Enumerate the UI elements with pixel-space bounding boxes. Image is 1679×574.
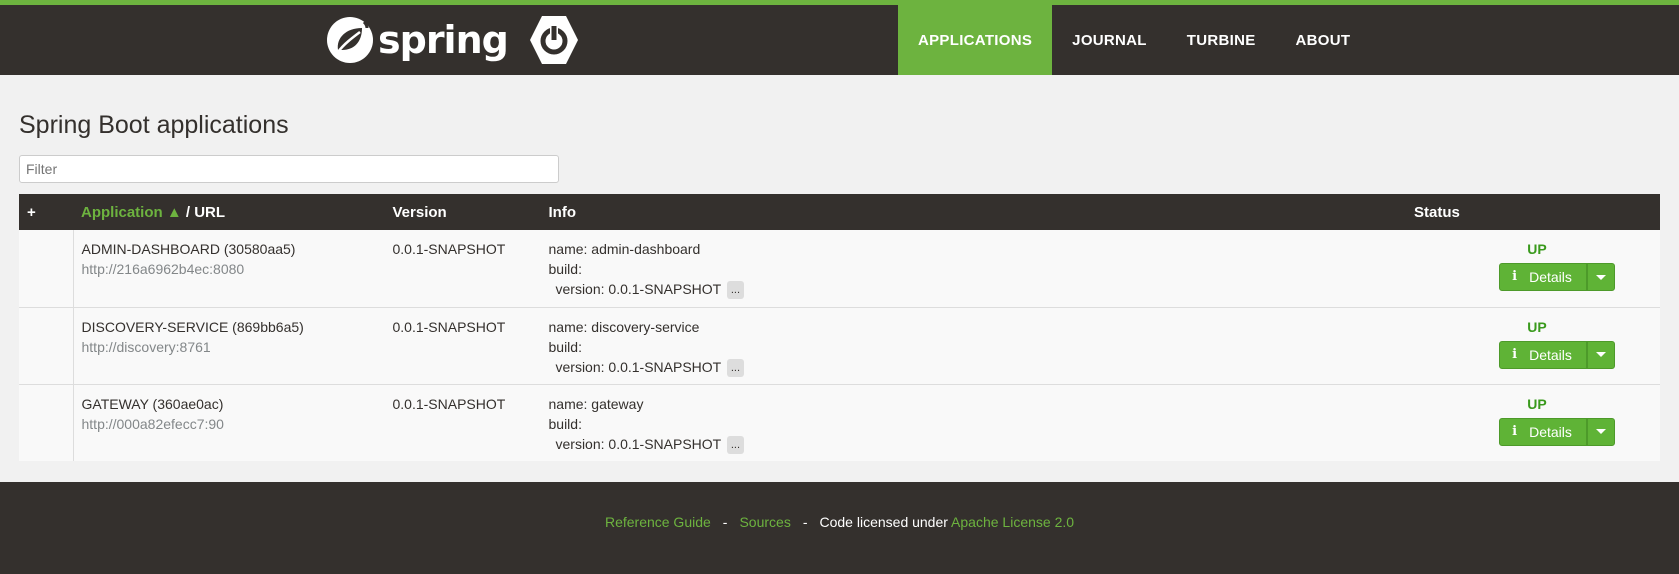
info-version-line: version: 0.0.1-SNAPSHOT ... <box>549 279 1415 300</box>
main-nav: APPLICATIONS JOURNAL TURBINE ABOUT <box>898 5 1370 75</box>
column-header-version[interactable]: Version <box>393 194 549 230</box>
app-cell: DISCOVERY-SERVICE (869bb6a5) http://disc… <box>73 307 393 384</box>
navbar: spring APPLICATIONS JOURNAL TURBINE ABOU… <box>0 5 1679 75</box>
caret-down-icon <box>1595 274 1606 280</box>
expand-all-toggle[interactable]: + <box>19 194 73 230</box>
info-icon: i <box>1512 269 1518 284</box>
table-row: DISCOVERY-SERVICE (869bb6a5) http://disc… <box>19 307 1660 384</box>
info-version: version: 0.0.1-SNAPSHOT <box>555 435 721 452</box>
power-icon <box>529 16 578 64</box>
details-button-group: i Details <box>1499 417 1615 446</box>
license-text: Code licensed under <box>819 514 948 530</box>
caret-down-icon <box>1595 429 1606 434</box>
details-button[interactable]: i Details <box>1499 263 1587 291</box>
info-version: version: 0.0.1-SNAPSHOT <box>555 358 721 375</box>
details-label: Details <box>1529 346 1572 363</box>
column-header-application[interactable]: Application ▲ / URL <box>73 194 393 230</box>
app-url[interactable]: http://000a82efecc7:90 <box>82 414 393 434</box>
status-badge: UP <box>1527 241 1547 257</box>
details-dropdown-toggle[interactable] <box>1586 263 1615 291</box>
info-name: name: admin-dashboard <box>548 241 701 257</box>
table-header-row: + Application ▲ / URL Version Info Statu… <box>19 194 1660 230</box>
info-icon: i <box>1512 346 1518 362</box>
sort-application[interactable]: Application ▲ <box>81 204 182 221</box>
details-dropdown-toggle[interactable] <box>1586 417 1615 446</box>
details-button-group: i Details <box>1499 263 1615 291</box>
info-cell: name: gateway build: version: 0.0.1-SNAP… <box>549 384 1415 461</box>
row-expand-cell[interactable] <box>19 230 74 307</box>
app-cell: ADMIN-DASHBOARD (30580aa5) http://216a69… <box>73 230 393 307</box>
info-version: version: 0.0.1-SNAPSHOT <box>555 281 721 297</box>
info-icon: i <box>1512 423 1518 439</box>
table-row: GATEWAY (360ae0ac) http://000a82efecc7:9… <box>19 384 1660 461</box>
column-header-status[interactable]: Status <box>1414 194 1660 230</box>
app-version: 0.0.1-SNAPSHOT <box>392 395 506 412</box>
brand-wordmark: spring <box>378 18 509 62</box>
details-button-group: i Details <box>1499 340 1615 369</box>
reference-guide-link[interactable]: Reference Guide <box>605 514 711 530</box>
nav-turbine[interactable]: TURBINE <box>1167 5 1276 75</box>
app-version: 0.0.1-SNAPSHOT <box>392 241 506 257</box>
app-cell: GATEWAY (360ae0ac) http://000a82efecc7:9… <box>73 384 393 461</box>
status-badge: UP <box>1527 395 1547 412</box>
column-header-url: / URL <box>181 203 226 221</box>
nav-journal[interactable]: JOURNAL <box>1052 5 1167 75</box>
footer-separator: - <box>802 514 808 530</box>
filter-input[interactable] <box>19 155 559 183</box>
spring-leaf-icon <box>327 17 373 63</box>
apache-license-link[interactable]: Apache License 2.0 <box>951 514 1074 530</box>
row-expand-cell[interactable] <box>19 307 74 384</box>
footer-links: Reference Guide - Sources - Code licensed un… <box>0 482 1679 530</box>
table-row: ADMIN-DASHBOARD (30580aa5) http://216a69… <box>19 230 1660 307</box>
brand-logo[interactable]: spring <box>326 15 580 65</box>
footer: Reference Guide - Sources - Code licensed un… <box>0 482 1679 574</box>
details-dropdown-toggle[interactable] <box>1586 340 1615 369</box>
details-button[interactable]: i Details <box>1499 417 1587 446</box>
info-more-button[interactable]: ... <box>726 358 745 377</box>
info-build: build: <box>548 338 582 355</box>
nav-applications[interactable]: APPLICATIONS <box>898 5 1053 75</box>
status-cell: UP i Details <box>1414 384 1660 461</box>
page-title: Spring Boot applications <box>19 111 289 139</box>
app-url[interactable]: http://discovery:8761 <box>82 337 393 357</box>
sources-link[interactable]: Sources <box>739 514 790 530</box>
info-more-button[interactable]: ... <box>726 281 745 300</box>
info-name: name: gateway <box>548 395 644 412</box>
info-cell: name: discovery-service build: version: … <box>549 307 1415 384</box>
info-cell: name: admin-dashboard build: version: 0.… <box>549 230 1415 307</box>
details-button[interactable]: i Details <box>1499 340 1587 369</box>
main-content: Spring Boot applications + Application ▲… <box>0 75 1679 461</box>
row-expand-cell[interactable] <box>19 384 74 461</box>
app-name: DISCOVERY-SERVICE (869bb6a5) <box>81 318 304 335</box>
info-version-line: version: 0.0.1-SNAPSHOT ... <box>549 434 1415 454</box>
app-url[interactable]: http://216a6962b4ec:8080 <box>82 259 393 279</box>
details-label: Details <box>1529 269 1572 285</box>
status-cell: UP i Details <box>1414 230 1660 307</box>
info-name: name: discovery-service <box>548 318 700 335</box>
app-name: GATEWAY (360ae0ac) <box>81 395 224 412</box>
nav-about[interactable]: ABOUT <box>1276 5 1371 75</box>
caret-down-icon <box>1595 352 1606 357</box>
footer-separator: - <box>722 514 728 530</box>
applications-table: + Application ▲ / URL Version Info Statu… <box>19 194 1660 461</box>
app-version: 0.0.1-SNAPSHOT <box>392 318 506 335</box>
status-cell: UP i Details <box>1414 307 1660 384</box>
info-build: build: <box>548 261 582 277</box>
app-name: ADMIN-DASHBOARD (30580aa5) <box>81 241 296 257</box>
status-badge: UP <box>1527 318 1547 335</box>
info-version-line: version: 0.0.1-SNAPSHOT ... <box>549 357 1415 377</box>
info-more-button[interactable]: ... <box>726 435 745 454</box>
column-header-info: Info <box>548 203 577 221</box>
details-label: Details <box>1529 423 1572 440</box>
info-build: build: <box>548 415 582 432</box>
